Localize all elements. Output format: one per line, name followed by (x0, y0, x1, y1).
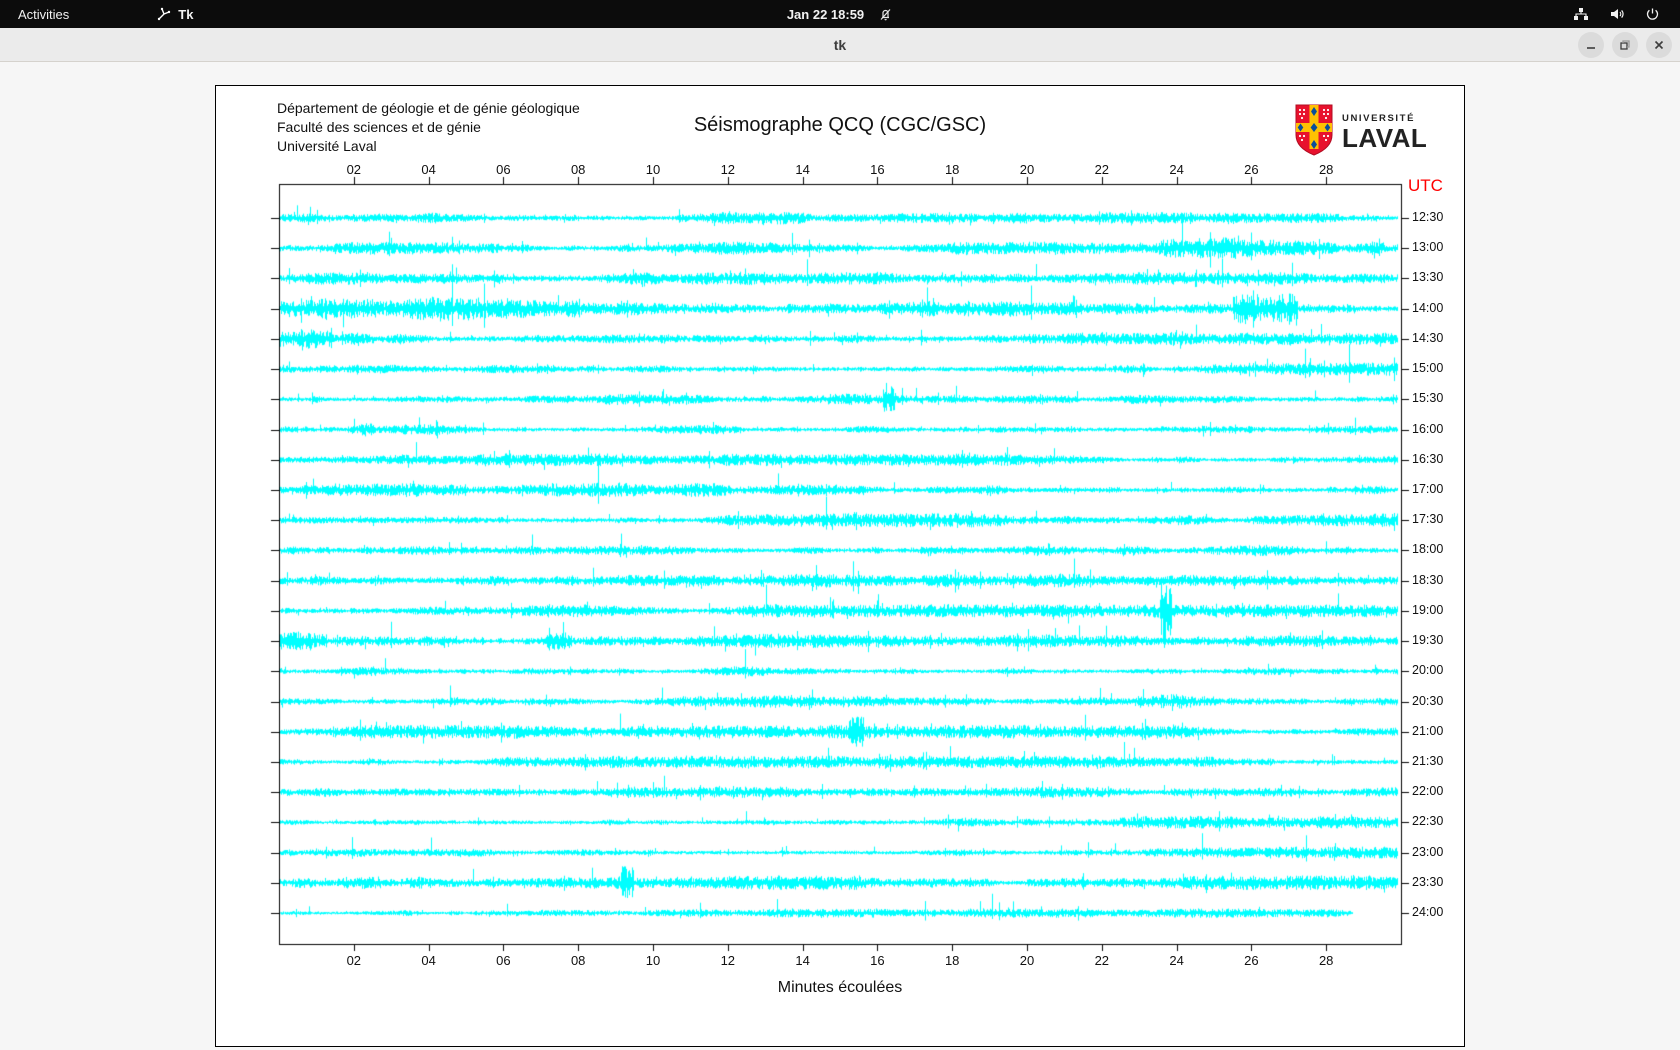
window-title: tk (0, 28, 1680, 62)
minute-tick-label: 02 (347, 953, 361, 968)
minute-tick-label: 20 (1020, 162, 1034, 177)
minute-tick-label: 06 (496, 953, 510, 968)
minimize-button[interactable] (1578, 32, 1604, 58)
minute-tick-label: 22 (1095, 162, 1109, 177)
time-row-label: 22:30 (1412, 814, 1443, 828)
minute-tick-label: 18 (945, 162, 959, 177)
minute-tick-label: 04 (421, 162, 435, 177)
minute-tick-label: 02 (347, 162, 361, 177)
time-row-label: 20:00 (1412, 663, 1443, 677)
time-row-label: 13:30 (1412, 270, 1443, 284)
minute-tick-label: 20 (1020, 953, 1034, 968)
minute-tick-label: 08 (571, 162, 585, 177)
close-button[interactable] (1646, 32, 1672, 58)
minute-tick-label: 08 (571, 953, 585, 968)
seismograph-canvas-area: Département de géologie et de génie géol… (215, 85, 1465, 1047)
minute-tick-label: 14 (795, 953, 809, 968)
time-row-label: 24:00 (1412, 905, 1443, 919)
minute-tick-label: 14 (795, 162, 809, 177)
minute-tick-label: 24 (1169, 953, 1183, 968)
time-row-label: 23:00 (1412, 845, 1443, 859)
minute-tick-label: 24 (1169, 162, 1183, 177)
time-row-label: 16:00 (1412, 422, 1443, 436)
time-row-label: 20:30 (1412, 694, 1443, 708)
minute-tick-label: 10 (646, 162, 660, 177)
utc-label: UTC (1408, 176, 1443, 196)
x-axis-title: Minutes écoulées (279, 979, 1401, 997)
maximize-button[interactable] (1612, 32, 1638, 58)
notifications-muted-icon (878, 7, 893, 22)
minute-tick-label: 28 (1319, 953, 1333, 968)
minute-tick-label: 16 (870, 953, 884, 968)
time-row-label: 22:00 (1412, 784, 1443, 798)
power-icon (1645, 7, 1660, 22)
time-row-label: 21:00 (1412, 724, 1443, 738)
minute-tick-label: 10 (646, 953, 660, 968)
time-row-label: 16:30 (1412, 452, 1443, 466)
volume-icon (1609, 6, 1625, 22)
minute-tick-label: 28 (1319, 162, 1333, 177)
gnome-top-bar: Activities Tk Jan 22 18:59 (0, 0, 1680, 28)
time-row-label: 18:00 (1412, 542, 1443, 556)
minute-tick-label: 12 (721, 953, 735, 968)
time-row-label: 19:30 (1412, 633, 1443, 647)
time-row-label: 15:00 (1412, 361, 1443, 375)
network-icon (1573, 6, 1589, 22)
time-row-label: 17:30 (1412, 512, 1443, 526)
clock-menu[interactable]: Jan 22 18:59 (0, 0, 1680, 28)
time-row-label: 21:30 (1412, 754, 1443, 768)
minute-tick-label: 26 (1244, 162, 1258, 177)
time-row-label: 12:30 (1412, 210, 1443, 224)
minute-tick-label: 16 (870, 162, 884, 177)
minute-tick-label: 18 (945, 953, 959, 968)
time-row-label: 13:00 (1412, 240, 1443, 254)
time-row-label: 18:30 (1412, 573, 1443, 587)
minute-tick-label: 22 (1095, 953, 1109, 968)
minute-tick-label: 06 (496, 162, 510, 177)
minute-tick-label: 12 (721, 162, 735, 177)
time-row-label: 14:00 (1412, 301, 1443, 315)
time-row-label: 17:00 (1412, 482, 1443, 496)
system-status-area[interactable] (1573, 0, 1680, 28)
time-row-label: 19:00 (1412, 603, 1443, 617)
seismogram-trace-plot (216, 86, 1464, 1046)
time-row-label: 15:30 (1412, 391, 1443, 405)
minute-tick-label: 04 (421, 953, 435, 968)
window-title-bar[interactable]: tk (0, 28, 1680, 62)
time-row-label: 14:30 (1412, 331, 1443, 345)
time-row-label: 23:30 (1412, 875, 1443, 889)
minute-tick-label: 26 (1244, 953, 1258, 968)
clock-text: Jan 22 18:59 (787, 7, 864, 22)
